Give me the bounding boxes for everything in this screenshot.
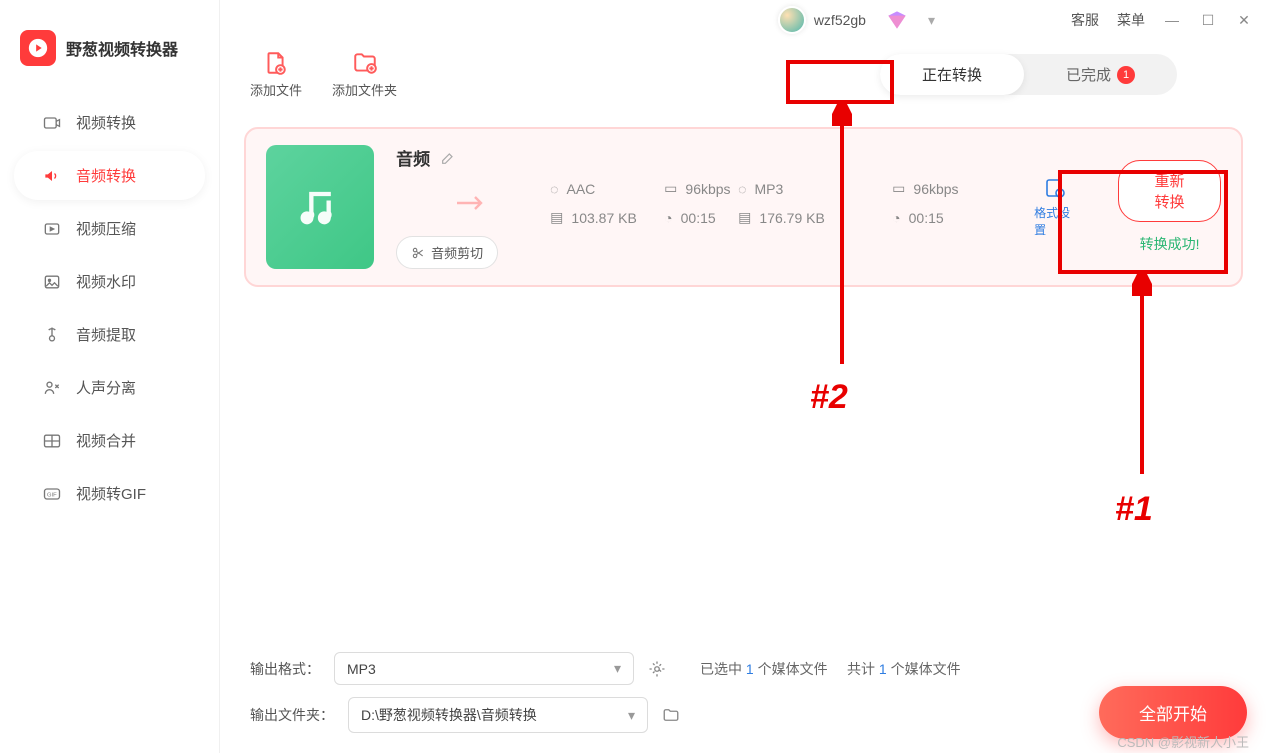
content-area: 音频 ◌ AAC ▭ 96kbps ◌ MP3 ▭ 96kbps ▤ 103.87 KB … bbox=[220, 109, 1267, 640]
user-area[interactable]: wzf52gb bbox=[778, 6, 866, 34]
out-format-label: 输出格式： bbox=[250, 659, 320, 679]
sidebar-item-voice-separate[interactable]: 人声分离 bbox=[14, 363, 205, 412]
sidebar-item-label: 视频转换 bbox=[76, 112, 136, 133]
tgt-size: 176.79 KB bbox=[759, 210, 824, 226]
audio-trim-button[interactable]: 音频剪切 bbox=[396, 236, 498, 269]
username: wzf52gb bbox=[814, 12, 866, 28]
select-value: MP3 bbox=[347, 661, 376, 677]
select-value: D:\野葱视频转换器\音频转换 bbox=[361, 705, 537, 725]
edit-title-icon[interactable] bbox=[440, 150, 456, 166]
media-title-row: 音频 bbox=[396, 145, 1012, 170]
tab-converting[interactable]: 正在转换 bbox=[880, 54, 1024, 95]
sidebar-item-label: 视频水印 bbox=[76, 271, 136, 292]
success-text: 转换成功! bbox=[1140, 234, 1200, 254]
add-file-button[interactable]: 添加文件 bbox=[250, 50, 302, 99]
settings-gear-icon[interactable] bbox=[648, 660, 666, 678]
completed-count-badge: 1 bbox=[1117, 66, 1135, 84]
sidebar-item-label: 视频压缩 bbox=[76, 218, 136, 239]
video-convert-icon bbox=[42, 113, 62, 133]
toolbar: 添加文件 添加文件夹 正在转换 已完成 1 bbox=[220, 40, 1267, 109]
chevron-down-icon: ▾ bbox=[614, 660, 621, 677]
voice-separate-icon bbox=[42, 378, 62, 398]
reconvert-button[interactable]: 重新转换 bbox=[1118, 160, 1221, 222]
open-folder-icon[interactable] bbox=[662, 706, 680, 724]
sidebar: 野葱视频转换器 视频转换 音频转换 视频压缩 视频水印 音频提取 人声分离 视频… bbox=[0, 0, 220, 753]
tab-label: 正在转换 bbox=[922, 64, 982, 85]
meta-grid: ◌ AAC ▭ 96kbps ◌ MP3 ▭ 96kbps ▤ 103.87 KB ◔ 00… bbox=[396, 180, 1012, 226]
output-format-select[interactable]: MP3 ▾ bbox=[334, 652, 634, 685]
duration-icon: ◔ bbox=[892, 210, 900, 226]
close-icon[interactable]: ✕ bbox=[1235, 11, 1253, 29]
tgt-duration: 00:15 bbox=[909, 210, 944, 226]
sidebar-item-label: 视频转GIF bbox=[76, 483, 146, 504]
vip-diamond-icon[interactable] bbox=[884, 7, 910, 33]
item-actions: 重新转换 转换成功! bbox=[1118, 160, 1221, 254]
video-compress-icon bbox=[42, 219, 62, 239]
chevron-down-icon[interactable]: ▾ bbox=[928, 12, 935, 29]
sidebar-item-video-compress[interactable]: 视频压缩 bbox=[14, 204, 205, 253]
add-file-label: 添加文件 bbox=[250, 80, 302, 99]
sidebar-item-label: 音频转换 bbox=[76, 165, 136, 186]
maximize-icon[interactable]: ☐ bbox=[1199, 11, 1217, 29]
add-folder-button[interactable]: 添加文件夹 bbox=[332, 50, 397, 99]
src-duration: 00:15 bbox=[681, 210, 716, 226]
minimize-icon[interactable]: — bbox=[1163, 11, 1181, 29]
format-settings-label: 格式设置 bbox=[1034, 204, 1076, 238]
media-info: 音频 ◌ AAC ▭ 96kbps ◌ MP3 ▭ 96kbps ▤ 103.87 KB … bbox=[396, 145, 1012, 269]
chevron-down-icon: ▾ bbox=[628, 707, 635, 724]
link-support[interactable]: 客服 bbox=[1071, 10, 1099, 30]
file-add-icon bbox=[262, 50, 290, 76]
tab-completed[interactable]: 已完成 1 bbox=[1024, 54, 1177, 95]
app-title: 野葱视频转换器 bbox=[66, 36, 178, 60]
codec-icon: ◌ bbox=[550, 181, 558, 197]
tab-label: 已完成 bbox=[1066, 64, 1111, 85]
folder-add-icon bbox=[351, 50, 379, 76]
tab-switch: 正在转换 已完成 1 bbox=[880, 54, 1177, 95]
chip-label: 音频剪切 bbox=[431, 243, 483, 262]
src-format: AAC bbox=[567, 181, 596, 197]
video-gif-icon: GIF bbox=[42, 484, 62, 504]
audio-convert-icon bbox=[42, 166, 62, 186]
format-settings-button[interactable]: 格式设置 bbox=[1034, 176, 1076, 238]
sidebar-item-audio-extract[interactable]: 音频提取 bbox=[14, 310, 205, 359]
watermark-icon bbox=[42, 272, 62, 292]
sidebar-item-watermark[interactable]: 视频水印 bbox=[14, 257, 205, 306]
arrow-right-icon bbox=[396, 191, 546, 215]
avatar bbox=[778, 6, 806, 34]
titlebar: wzf52gb ▾ 客服 菜单 — ☐ ✕ bbox=[220, 0, 1267, 40]
sidebar-item-video-convert[interactable]: 视频转换 bbox=[14, 98, 205, 147]
scissors-icon bbox=[411, 246, 425, 260]
link-menu[interactable]: 菜单 bbox=[1117, 10, 1145, 30]
selected-stats: 已选中 1 个媒体文件 共计 1 个媒体文件 bbox=[700, 659, 961, 679]
add-folder-label: 添加文件夹 bbox=[332, 80, 397, 99]
sidebar-item-video-merge[interactable]: 视频合并 bbox=[14, 416, 205, 465]
sidebar-item-label: 视频合并 bbox=[76, 430, 136, 451]
size-icon: ▤ bbox=[738, 209, 751, 226]
size-icon: ▤ bbox=[550, 209, 563, 226]
duration-icon: ◔ bbox=[664, 210, 672, 226]
logo-icon bbox=[20, 30, 56, 66]
audio-extract-icon bbox=[42, 325, 62, 345]
codec-icon: ◌ bbox=[738, 181, 746, 197]
src-size: 103.87 KB bbox=[571, 210, 636, 226]
sidebar-item-label: 音频提取 bbox=[76, 324, 136, 345]
bitrate-icon: ▭ bbox=[664, 180, 677, 197]
thumbnail bbox=[266, 145, 374, 269]
out-folder-label: 输出文件夹： bbox=[250, 705, 334, 725]
media-item-card: 音频 ◌ AAC ▭ 96kbps ◌ MP3 ▭ 96kbps ▤ 103.87 KB … bbox=[244, 127, 1243, 287]
bitrate-icon: ▭ bbox=[892, 180, 905, 197]
start-all-button[interactable]: 全部开始 bbox=[1099, 686, 1247, 739]
media-title: 音频 bbox=[396, 145, 430, 170]
sidebar-item-label: 人声分离 bbox=[76, 377, 136, 398]
sidebar-item-video-gif[interactable]: GIF 视频转GIF bbox=[14, 469, 205, 518]
sidebar-item-audio-convert[interactable]: 音频转换 bbox=[14, 151, 205, 200]
tgt-format: MP3 bbox=[755, 181, 784, 197]
tgt-bitrate: 96kbps bbox=[913, 181, 958, 197]
output-folder-select[interactable]: D:\野葱视频转换器\音频转换 ▾ bbox=[348, 697, 648, 733]
app-logo: 野葱视频转换器 bbox=[0, 20, 219, 96]
main-panel: wzf52gb ▾ 客服 菜单 — ☐ ✕ 添加文件 添加文件夹 正在转换 已完… bbox=[220, 0, 1267, 753]
svg-text:GIF: GIF bbox=[47, 492, 57, 498]
video-merge-icon bbox=[42, 431, 62, 451]
src-bitrate: 96kbps bbox=[685, 181, 730, 197]
